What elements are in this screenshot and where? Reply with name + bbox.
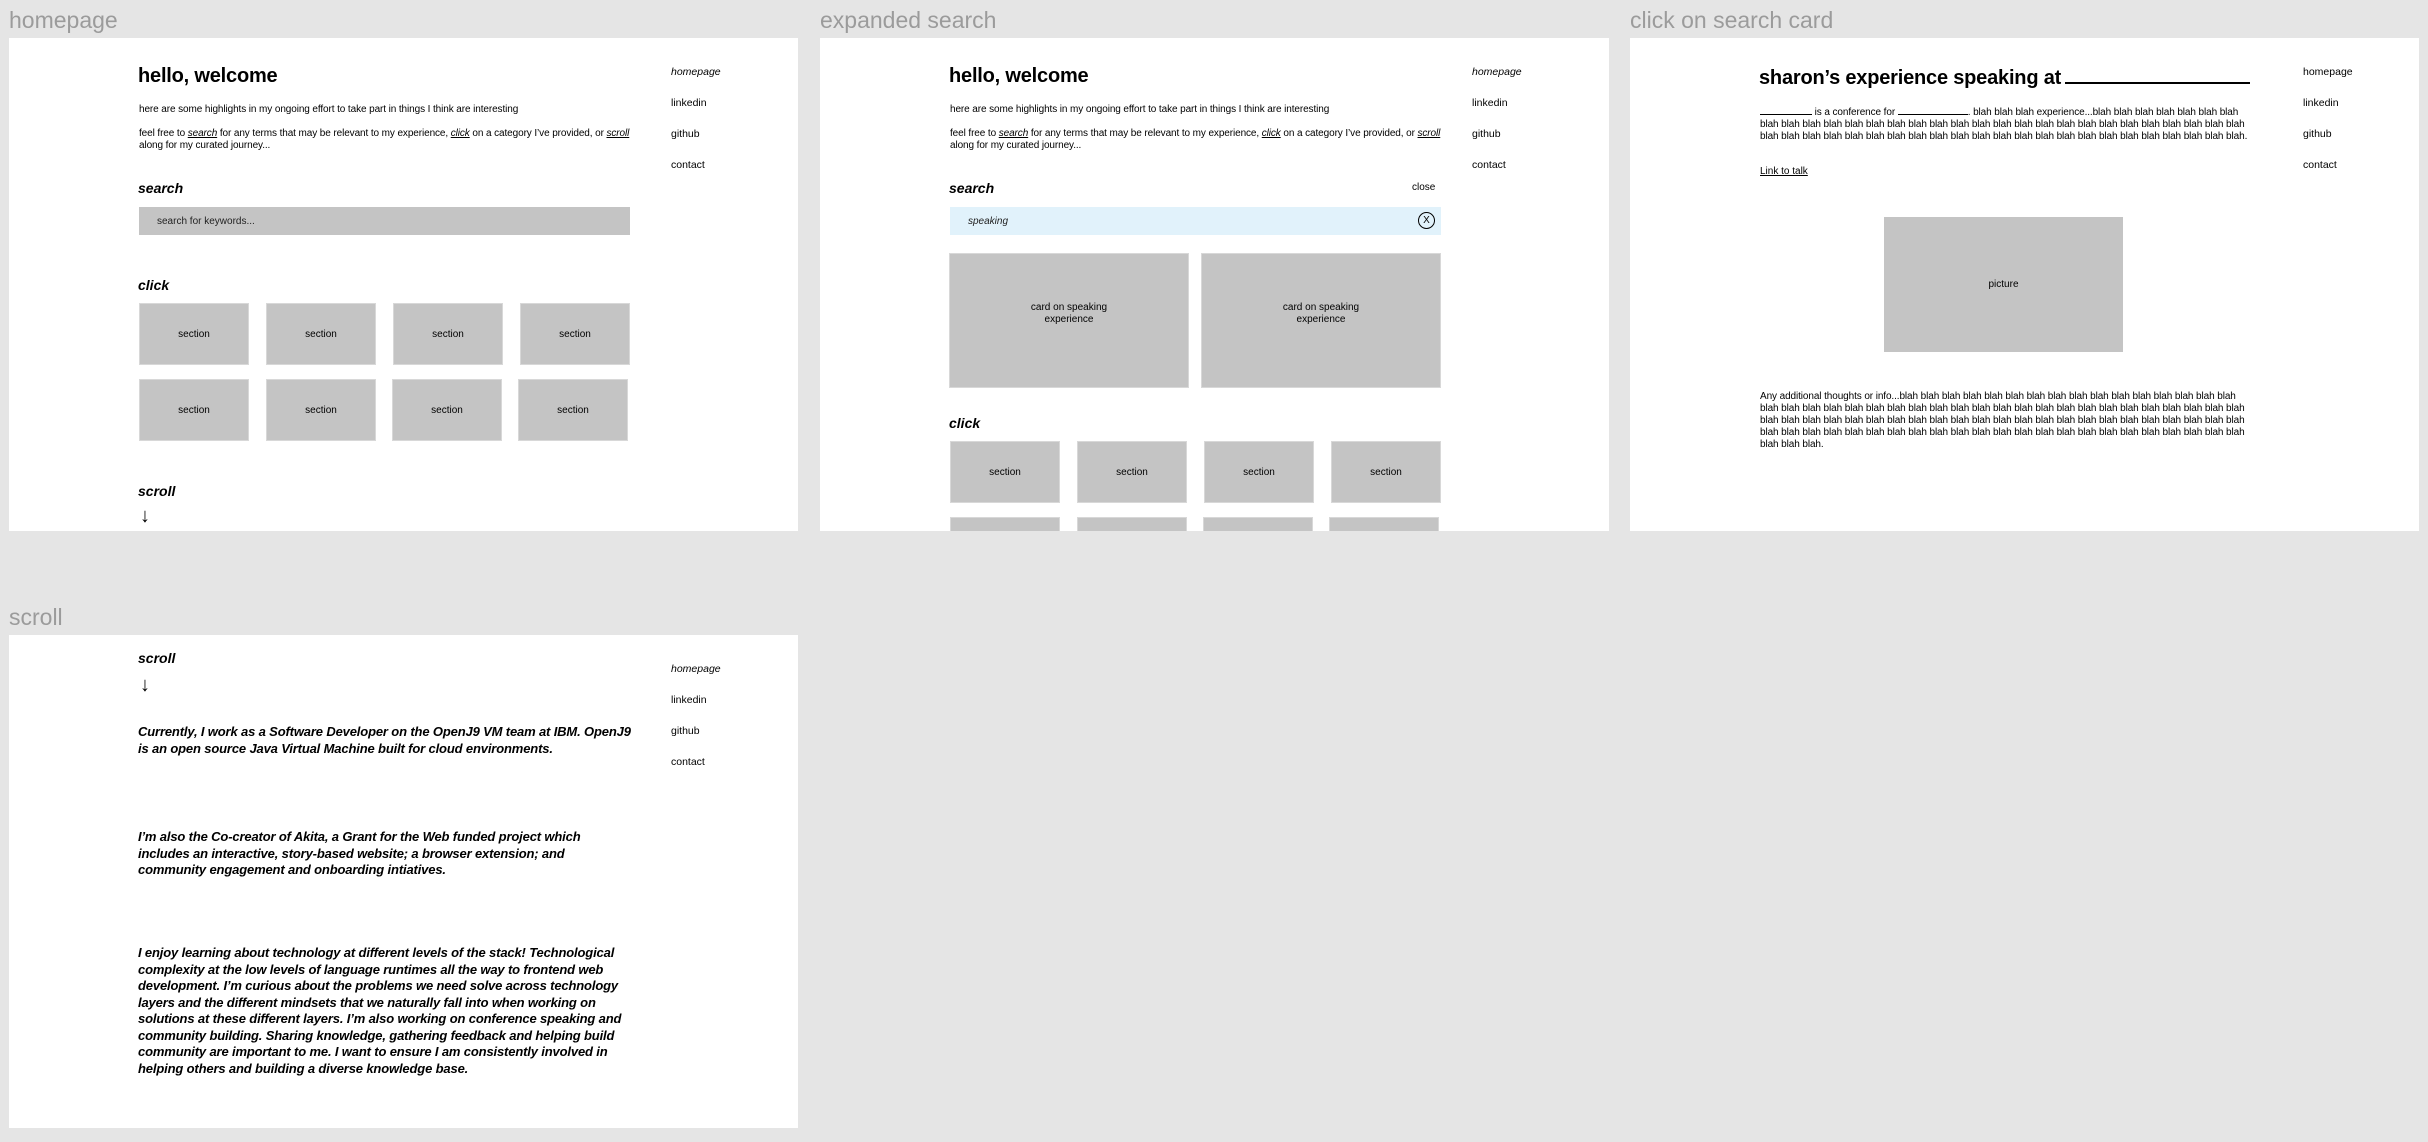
instructions-text: feel free to search for any terms that m… [139, 128, 634, 152]
section-tile[interactable]: section [393, 303, 503, 365]
page-title: hello, welcome [949, 65, 1089, 87]
section-tile[interactable]: section [1204, 441, 1314, 503]
nav-item-contact[interactable]: contact [2303, 159, 2353, 190]
nav-item-github[interactable]: github [671, 725, 721, 756]
scroll-heading: scroll [138, 483, 176, 499]
instructions-suffix: along for my curated journey... [950, 140, 1082, 151]
intro-text: here are some highlights in my ongoing e… [950, 104, 1330, 115]
section-tile[interactable]: section [520, 303, 630, 365]
section-tile[interactable]: section [1331, 441, 1441, 503]
click-heading: click [949, 415, 981, 431]
nav-item-contact[interactable]: contact [671, 756, 721, 787]
search-link[interactable]: search [999, 128, 1029, 139]
scroll-link[interactable]: scroll [1418, 128, 1441, 139]
page-title-text: sharon’s experience speaking at [1759, 67, 2062, 89]
frame-search-card: sharon’s experience speaking at is a con… [1630, 38, 2419, 531]
instructions-middle: on a category I’ve provided, or [1280, 128, 1418, 139]
nav-item-homepage[interactable]: homepage [671, 66, 721, 97]
nav-item-github[interactable]: github [671, 128, 721, 159]
section-tile[interactable]: section [392, 379, 502, 441]
search-link[interactable]: search [188, 128, 218, 139]
description-text: is a conference for [1812, 107, 1898, 118]
nav-item-homepage[interactable]: homepage [671, 663, 721, 694]
search-heading: search [949, 180, 995, 196]
nav-item-homepage[interactable]: homepage [2303, 66, 2353, 97]
picture-placeholder: picture [1884, 217, 2123, 352]
blank [1897, 106, 1968, 115]
nav-menu: homepage linkedin github contact [671, 663, 721, 787]
nav-item-contact[interactable]: contact [671, 159, 721, 190]
section-tile[interactable] [1329, 517, 1439, 531]
bio-paragraph: Currently, I work as a Software Develope… [138, 724, 631, 756]
nav-item-homepage[interactable]: homepage [1472, 66, 1522, 97]
nav-menu: homepage linkedin github contact [1472, 66, 1522, 190]
section-tile[interactable]: section [266, 379, 376, 441]
instructions-prefix: feel free to [950, 128, 999, 139]
search-input[interactable] [139, 207, 630, 235]
frame-label-scroll: scroll [9, 604, 63, 630]
title-blank [2065, 67, 2251, 84]
frame-homepage: hello, welcome here are some highlights … [9, 38, 798, 531]
search-bar[interactable]: X [950, 207, 1441, 235]
arrow-down-icon[interactable]: ↓ [140, 675, 150, 695]
frame-expanded-search: hello, welcome here are some highlights … [820, 38, 1609, 531]
section-tile[interactable]: section [1077, 441, 1187, 503]
nav-item-github[interactable]: github [1472, 128, 1522, 159]
card-label: card on speaking experience [1282, 301, 1360, 325]
nav-item-linkedin[interactable]: linkedin [671, 97, 721, 128]
instructions-text: feel free to search for any terms that m… [950, 128, 1445, 152]
frame-label-homepage: homepage [9, 7, 118, 33]
search-input[interactable] [950, 207, 1441, 235]
search-bar[interactable] [139, 207, 630, 235]
nav-item-linkedin[interactable]: linkedin [1472, 97, 1522, 128]
section-tile[interactable]: section [950, 441, 1060, 503]
page-title: hello, welcome [138, 65, 278, 87]
search-heading: search [138, 180, 184, 196]
instructions-middle: for any terms that may be relevant to my… [1028, 128, 1262, 139]
section-tile[interactable] [1203, 517, 1313, 531]
section-tile[interactable] [1077, 517, 1187, 531]
arrow-down-icon[interactable]: ↓ [140, 506, 150, 526]
nav-menu: homepage linkedin github contact [671, 66, 721, 190]
scroll-heading: scroll [138, 650, 176, 666]
blank [1760, 106, 1812, 115]
nav-item-contact[interactable]: contact [1472, 159, 1522, 190]
nav-item-linkedin[interactable]: linkedin [671, 694, 721, 725]
nav-item-linkedin[interactable]: linkedin [2303, 97, 2353, 128]
link-to-talk[interactable]: Link to talk [1760, 166, 1808, 177]
click-heading: click [138, 277, 170, 293]
section-tile[interactable]: section [139, 379, 249, 441]
nav-menu: homepage linkedin github contact [2303, 66, 2353, 190]
instructions-suffix: along for my curated journey... [139, 140, 271, 151]
clear-search-icon[interactable]: X [1418, 212, 1435, 229]
talk-description: is a conference for . blah blah blah exp… [1760, 106, 2250, 143]
instructions-middle: on a category I’ve provided, or [469, 128, 607, 139]
section-tile[interactable] [950, 517, 1060, 531]
scroll-link[interactable]: scroll [607, 128, 630, 139]
section-tile[interactable]: section [266, 303, 376, 365]
close-search-button[interactable]: close [1412, 182, 1435, 193]
page-title: sharon’s experience speaking at [1759, 66, 2251, 90]
intro-text: here are some highlights in my ongoing e… [139, 104, 519, 115]
section-tile[interactable]: section [139, 303, 249, 365]
search-result-card[interactable]: card on speaking experience [949, 253, 1189, 388]
frame-scroll: scroll ↓ Currently, I work as a Software… [9, 635, 798, 1128]
bio-paragraph: I’m also the Co-creator of Akita, a Gran… [138, 829, 581, 877]
click-link[interactable]: click [1262, 128, 1281, 139]
instructions-middle: for any terms that may be relevant to my… [217, 128, 451, 139]
additional-info: Any additional thoughts or info...blah b… [1760, 391, 2245, 450]
frame-label-search-card: click on search card [1630, 7, 1834, 33]
nav-item-github[interactable]: github [2303, 128, 2353, 159]
section-tile[interactable]: section [518, 379, 628, 441]
search-result-card[interactable]: card on speaking experience [1201, 253, 1441, 388]
card-label: card on speaking experience [1030, 301, 1108, 325]
bio-paragraph: I enjoy learning about technology at dif… [138, 945, 622, 1076]
frame-label-expanded-search: expanded search [820, 7, 997, 33]
click-link[interactable]: click [451, 128, 470, 139]
instructions-prefix: feel free to [139, 128, 188, 139]
